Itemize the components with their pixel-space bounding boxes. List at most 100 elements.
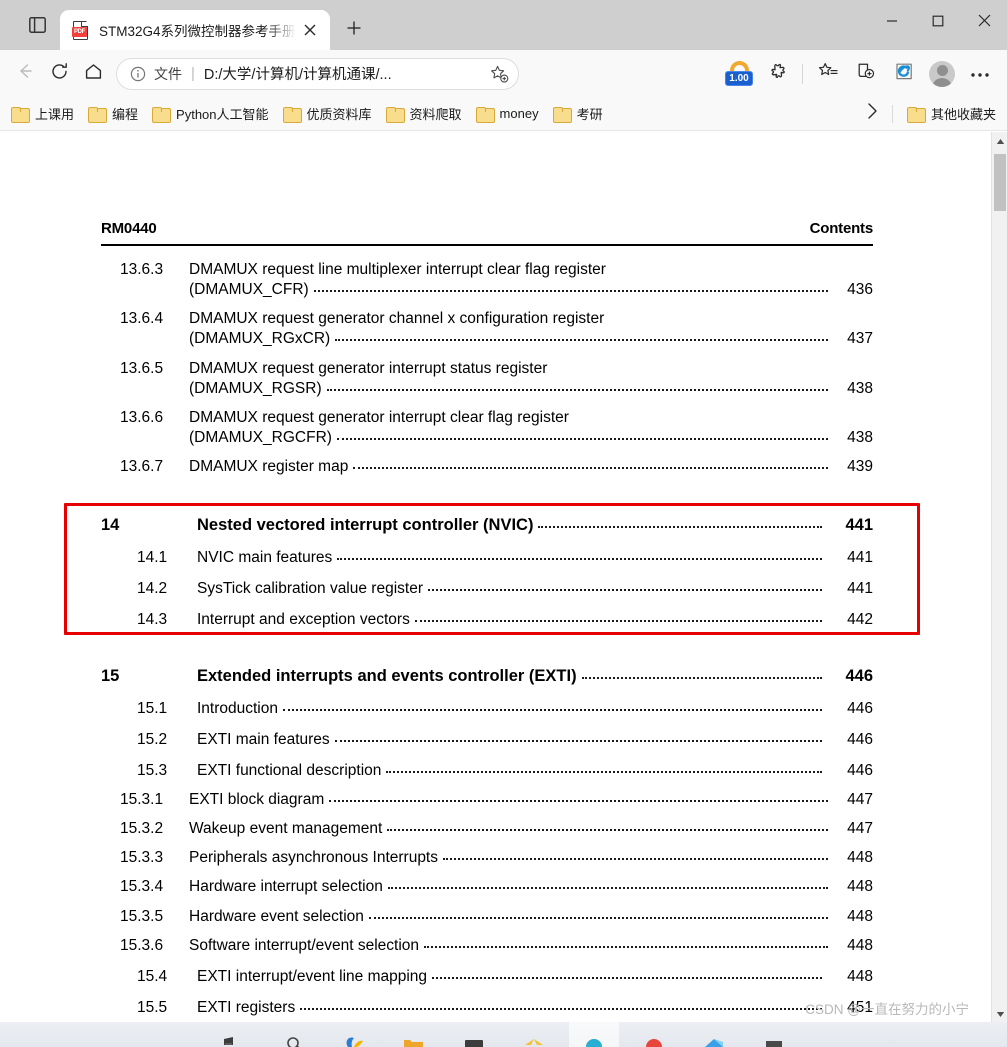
toc-entry[interactable]: 14.2 SysTick calibration value register … [101,579,873,599]
extensions-button[interactable] [758,57,796,91]
toc-page-number: 446 [847,699,873,717]
bookmark-item[interactable]: 资料爬取 [379,101,469,127]
toc-page-number: 447 [847,790,873,808]
site-info-icon[interactable] [129,66,147,82]
toc-page-number: 446 [847,730,873,748]
taskbar-app-5[interactable] [461,1029,487,1047]
toc-number: 15.3.6 [120,936,164,954]
address-bar[interactable]: 文件 | D:/大学/计算机/计算机通课/... [116,57,519,90]
taskbar-app-8[interactable] [641,1029,667,1047]
toc-page-number: 438 [847,428,873,446]
toc-number: 15.3.1 [120,790,164,808]
toc-entry[interactable]: 15.5 EXTI registers 451 [101,998,873,1018]
maximize-icon [932,14,944,32]
other-favorites-item[interactable]: 其他收藏夹 [900,101,1003,127]
toc-title: Nested vectored interrupt controller (NV… [197,516,534,535]
dot-leader [313,290,828,293]
toc-entry-chapter[interactable]: 15 Extended interrupts and events contro… [101,666,873,687]
close-tab-icon[interactable] [296,16,324,44]
browser-tab[interactable]: PDF STM32G4系列微控制器参考手册 [60,10,330,50]
toc-page-number: 448 [847,936,873,954]
bookmarks-divider [891,104,893,123]
bookmark-item[interactable]: 考研 [546,101,610,127]
profile-button[interactable] [923,57,961,91]
back-button[interactable] [8,57,42,91]
favorites-button[interactable] [809,57,847,91]
toc-entry[interactable]: 15.3.1 EXTI block diagram 447 [101,790,873,810]
folder-icon [906,106,926,123]
favorites-star-list-icon [818,61,839,86]
url-text[interactable]: D:/大学/计算机/计算机通课/... [204,63,486,84]
toc-entry[interactable]: 15.4 EXTI interrupt/event line mapping 4… [101,967,873,987]
toc-title: Extended interrupts and events controlle… [197,667,577,686]
settings-and-more-button[interactable] [961,57,999,91]
page-title: Contents [809,220,874,237]
taskbar-app-1[interactable] [221,1029,247,1047]
scroll-down-button[interactable] [992,1005,1007,1022]
toc-title: Interrupt and exception vectors [197,610,410,628]
toc-entry[interactable]: 14.1 NVIC main features 441 [101,548,873,568]
ie-mode-button[interactable] [885,57,923,91]
toc-entry[interactable]: 15.3.3 Peripherals asynchronous Interrup… [101,848,873,868]
maximize-button[interactable] [915,0,961,46]
extension-badge-button[interactable]: 1.00 [720,56,758,92]
bookmark-item[interactable]: money [469,101,546,127]
taskbar-app-4[interactable] [401,1029,427,1047]
bookmark-item[interactable]: Python人工智能 [145,101,275,127]
toc-title: Peripherals asynchronous Interrupts [189,849,438,867]
bookmark-item[interactable]: 上课用 [4,101,81,127]
bookmark-item[interactable]: 优质资料库 [276,101,379,127]
bookmark-item[interactable]: 编程 [81,101,145,127]
toc-title: EXTI interrupt/event line mapping [197,967,428,985]
toc-entry[interactable]: 13.6.6 DMAMUX request generator interrup… [101,408,873,448]
vertical-scrollbar[interactable] [991,132,1007,1022]
new-tab-button[interactable] [340,16,368,44]
toc-entry[interactable]: 15.3.6 Software interrupt/event selectio… [101,936,873,956]
refresh-button[interactable] [42,57,76,91]
toc-entry[interactable]: 13.6.5 DMAMUX request generator interrup… [101,359,873,399]
dot-leader [337,557,822,560]
toc-entry[interactable]: 14.3 Interrupt and exception vectors 442 [101,610,873,630]
toc-entry-chapter[interactable]: 14 Nested vectored interrupt controller … [101,515,873,536]
scrollbar-thumb[interactable] [994,154,1006,211]
toc-entry[interactable]: 13.6.4 DMAMUX request generator channel … [101,309,873,349]
toc-page-number: 437 [847,330,873,348]
pdf-file-icon: PDF [72,20,90,40]
dot-leader [432,976,822,979]
taskbar-app-9[interactable] [701,1029,727,1047]
toolbar-divider [802,63,803,84]
taskbar-app-6[interactable] [521,1029,547,1047]
scroll-up-button[interactable] [992,132,1007,149]
tab-actions-menu-button[interactable] [14,0,60,50]
refresh-icon [50,62,69,86]
toc-page-number: 436 [847,281,873,299]
toc-entry[interactable]: 15.1 Introduction 446 [101,699,873,719]
toc-entry[interactable]: 13.6.3 DMAMUX request line multiplexer i… [101,260,873,300]
toc-number: 15.3 [137,761,168,779]
other-favorites-label: 其他收藏夹 [930,107,996,122]
taskbar-app-10[interactable] [761,1029,787,1047]
close-window-button[interactable] [961,0,1007,46]
toc-page-number: 446 [845,667,873,686]
taskbar-app-7[interactable] [568,1022,619,1047]
collections-button[interactable] [847,57,885,91]
bookmarks-overflow-button[interactable] [859,101,885,127]
taskbar-app-2[interactable] [281,1029,307,1047]
sidebar-panel-icon [28,17,46,33]
toc-entry[interactable]: 15.3.5 Hardware event selection 448 [101,907,873,927]
home-button[interactable] [76,57,110,91]
taskbar-app-3[interactable] [341,1029,367,1047]
toc-entry[interactable]: 15.3.4 Hardware interrupt selection 448 [101,877,873,897]
minimize-button[interactable] [869,0,915,46]
folder-icon [282,106,302,123]
toc-title: DMAMUX register map [189,458,349,476]
toc-entry[interactable]: 15.2 EXTI main features 446 [101,730,873,750]
toc-entry[interactable]: 15.3.2 Wakeup event management 447 [101,819,873,839]
home-icon [84,62,103,86]
toc-page-number: 441 [847,548,873,566]
dot-leader [283,708,822,711]
add-favorite-icon[interactable] [486,64,512,84]
toc-entry[interactable]: 13.6.7 DMAMUX register map 439 [101,457,873,477]
toc-title: EXTI functional description [197,761,382,779]
toc-entry[interactable]: 15.3 EXTI functional description 446 [101,761,873,781]
